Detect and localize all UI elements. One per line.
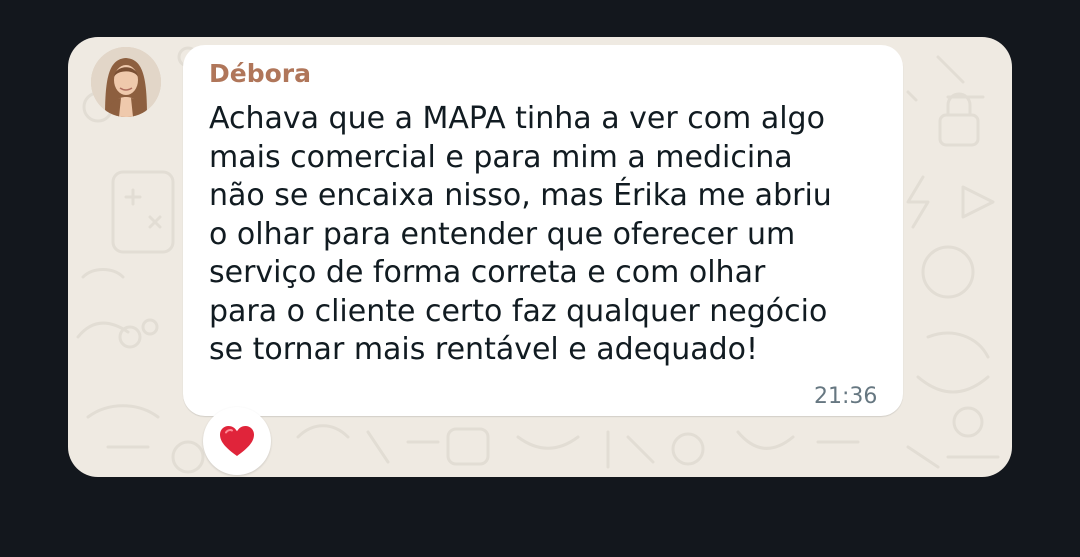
contact-avatar-photo-icon	[91, 47, 161, 117]
message-text: Achava que a MAPA tinha a ver com algo m…	[209, 100, 889, 370]
message-line: serviço de forma correta e com olhar	[209, 255, 766, 290]
reaction-badge[interactable]	[203, 407, 271, 475]
message-line: o olhar para entender que oferecer um	[209, 216, 796, 252]
message-line: mais comercial e para mim a medicina	[209, 139, 793, 175]
message-timestamp: 21:36	[814, 384, 878, 409]
red-heart-icon	[220, 426, 254, 456]
message-line: não se encaixa nisso, mas Érika me abriu	[209, 178, 832, 213]
message-line: se tornar mais rentável e adequado!	[209, 332, 759, 367]
contact-avatar[interactable]	[91, 47, 161, 117]
sender-name[interactable]: Débora	[209, 59, 311, 89]
chat-screenshot-card: Débora Achava que a MAPA tinha a ver com…	[68, 37, 1012, 477]
message-line: Achava que a MAPA tinha a ver com algo	[209, 101, 825, 136]
message-bubble[interactable]: Débora Achava que a MAPA tinha a ver com…	[183, 45, 903, 416]
message-line: para o cliente certo faz qualquer negóci…	[209, 293, 828, 329]
